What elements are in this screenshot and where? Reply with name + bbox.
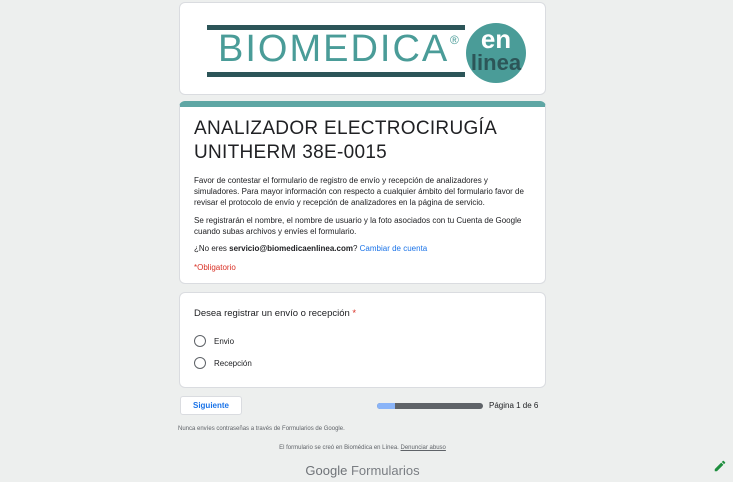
report-abuse-link[interactable]: Denunciar abuso: [401, 445, 446, 451]
created-by-text: El formulario se creó en Biomédica en Lí…: [279, 445, 401, 451]
google-account-notice: Se registrarán el nombre, el nombre de u…: [194, 216, 522, 236]
radio-option-recepcion[interactable]: Recepción: [194, 357, 252, 369]
form-description: Favor de contestar el formulario de regi…: [194, 176, 524, 207]
form-title: ANALIZADOR ELECTROCIRUGÍA UNITHERM 38E-0…: [194, 118, 497, 163]
radio-label: Recepción: [214, 358, 252, 368]
page-indicator: Página 1 de 6: [489, 401, 539, 410]
logo-en-text: en: [480, 24, 512, 54]
brand-google: Google: [305, 463, 348, 478]
next-button[interactable]: Siguiente: [180, 396, 242, 415]
progress-bar: [377, 403, 483, 409]
logo-registered-mark: ®: [450, 33, 459, 47]
question-text: Desea registrar un envío o recepción: [194, 308, 350, 319]
pencil-icon[interactable]: [713, 459, 727, 473]
created-by-line: El formulario se creó en Biomédica en Lí…: [179, 445, 546, 451]
logo-linea-text: linea: [470, 50, 522, 75]
question-card: Desea registrar un envío o recepción * E…: [179, 292, 546, 388]
question-label: Desea registrar un envío o recepción *: [194, 308, 356, 319]
form-header-banner: BIOMEDICA ® en linea: [179, 2, 546, 95]
required-note: *Obligatorio: [194, 263, 236, 272]
account-suffix: ?: [352, 244, 360, 253]
radio-button[interactable]: [194, 335, 206, 347]
google-forms-brand[interactable]: Google Formularios: [179, 463, 546, 478]
password-warning: Nunca envíes contraseñas a través de For…: [178, 426, 345, 432]
required-asterisk: *: [352, 308, 357, 319]
radio-option-envio[interactable]: Envio: [194, 335, 234, 347]
account-line: ¿No eres servicio@biomedicaenlinea.com? …: [194, 243, 534, 254]
account-prefix: ¿No eres: [194, 244, 230, 253]
account-email: servicio@biomedicaenlinea.com: [229, 244, 353, 253]
logo-main-text: BIOMEDICA: [218, 28, 450, 70]
form-title-card: ANALIZADOR ELECTROCIRUGÍA UNITHERM 38E-0…: [179, 101, 546, 284]
progress-fill: [377, 403, 396, 409]
radio-label: Envio: [214, 336, 235, 346]
brand-forms: Formularios: [350, 463, 420, 478]
radio-button[interactable]: [194, 357, 206, 369]
switch-account-link[interactable]: Cambiar de cuenta: [360, 244, 428, 253]
